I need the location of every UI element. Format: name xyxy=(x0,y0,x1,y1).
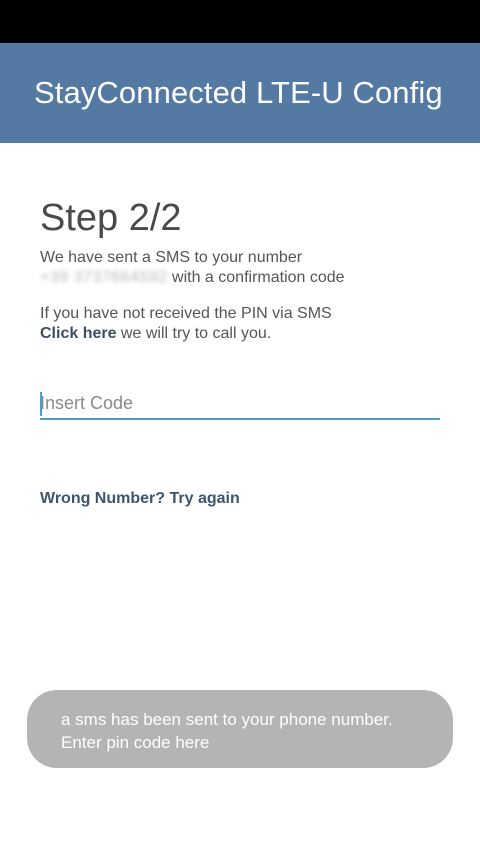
toast-message: a sms has been sent to your phone number… xyxy=(27,690,453,768)
toast-line1: a sms has been sent to your phone number… xyxy=(61,710,393,729)
sms-sent-message: We have sent a SMS to your number +39 37… xyxy=(40,248,440,288)
pin-not-received-message: If you have not received the PIN via SMS… xyxy=(40,304,440,344)
click-here-link[interactable]: Click here xyxy=(40,325,116,342)
status-bar xyxy=(0,0,480,43)
code-input-wrapper xyxy=(40,388,440,422)
sms-sent-line2: with a confirmation code xyxy=(167,269,345,286)
pin-line1: If you have not received the PIN via SMS xyxy=(40,305,332,322)
app-bar: StayConnected LTE-U Config xyxy=(0,43,480,143)
step-title: Step 2/2 xyxy=(40,197,182,239)
text-cursor xyxy=(40,392,42,416)
wrong-number-link[interactable]: Wrong Number? Try again xyxy=(40,490,240,508)
toast-line2: Enter pin code here xyxy=(61,733,210,752)
step-content: Step 2/2 We have sent a SMS to your numb… xyxy=(40,190,440,508)
phone-number-redacted: +39 3737664592 xyxy=(40,269,168,286)
insert-code-input[interactable] xyxy=(40,388,440,420)
sms-sent-line1: We have sent a SMS to your number xyxy=(40,249,303,266)
app-title: StayConnected LTE-U Config xyxy=(34,75,443,110)
pin-line2: we will try to call you. xyxy=(116,325,272,342)
